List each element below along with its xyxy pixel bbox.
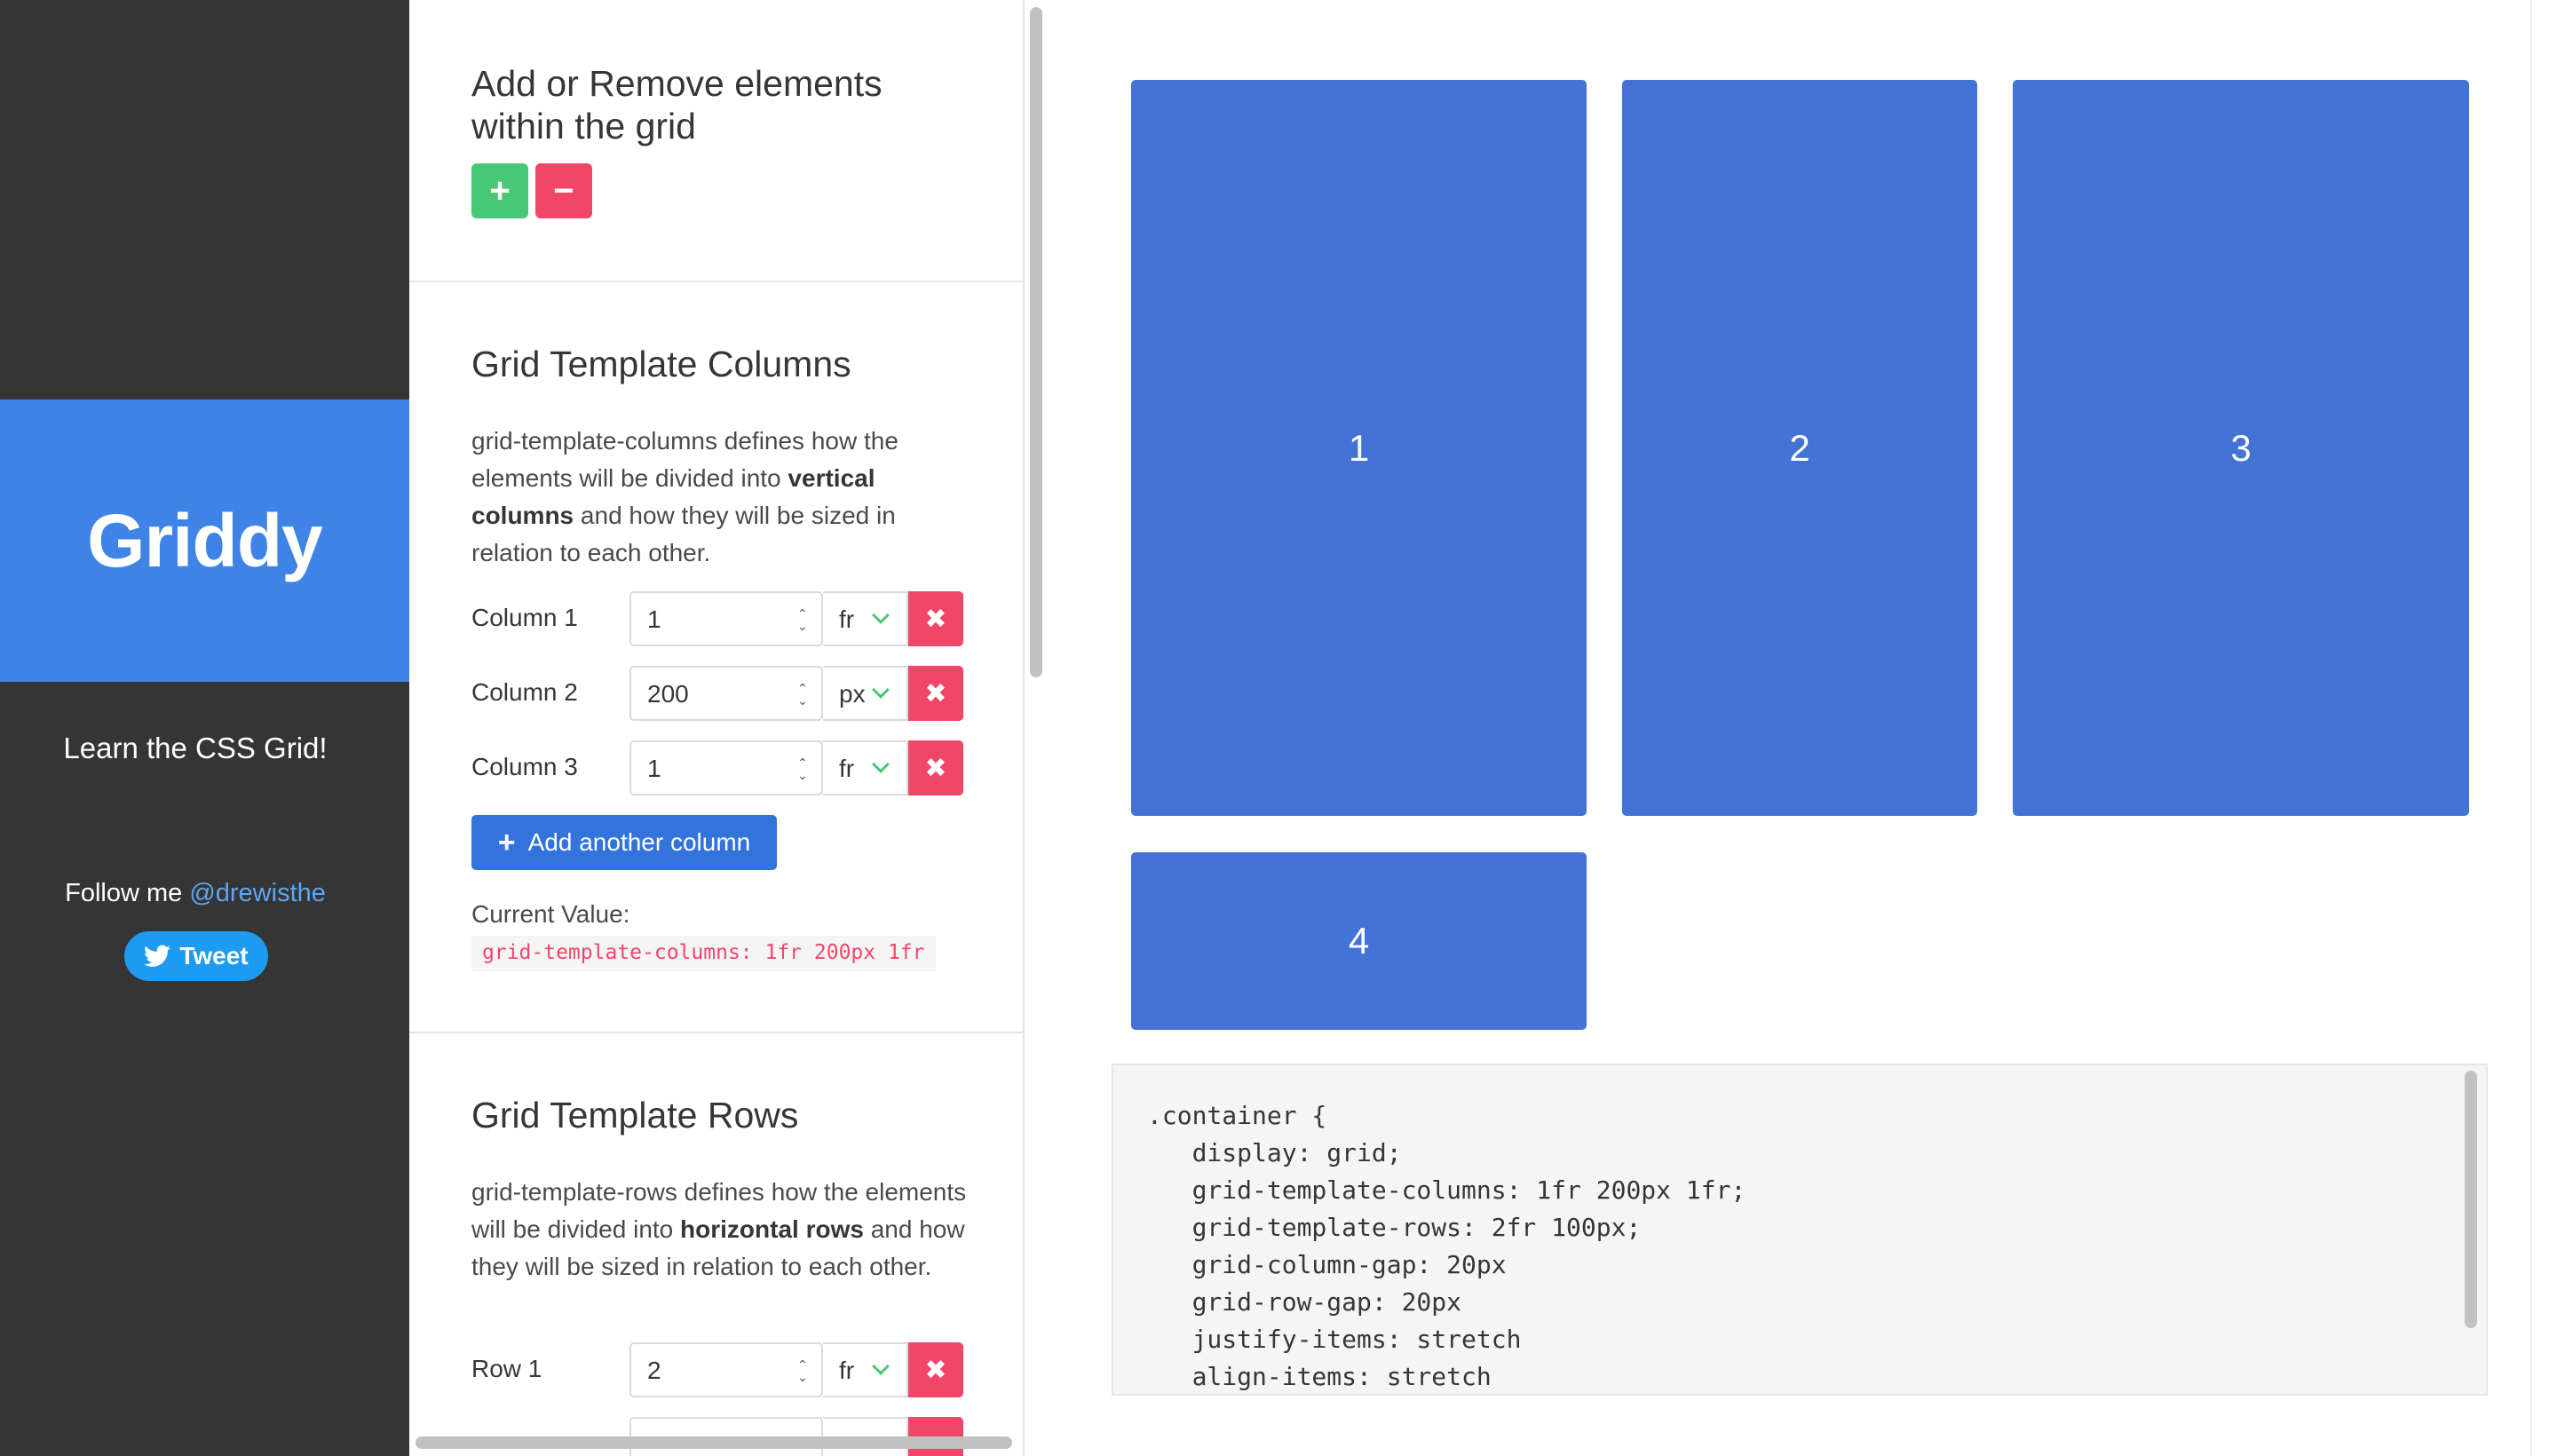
remove-element-button[interactable]: − xyxy=(535,163,592,218)
current-value-code: grid-template-columns: 1fr 200px 1fr xyxy=(471,936,936,971)
column-value-input[interactable]: 200 ⌃ ⌄ xyxy=(629,666,823,721)
code-line: display: grid; xyxy=(1147,1138,1402,1167)
column-unit-select[interactable]: fr xyxy=(823,591,908,646)
grid-item: 4 xyxy=(1131,852,1587,1030)
control-panel: Add or Remove elements within the grid +… xyxy=(409,0,1025,1456)
add-remove-title: Add or Remove elements within the grid xyxy=(471,63,883,146)
code-line: grid-template-rows: 2fr 100px; xyxy=(1147,1213,1642,1242)
close-icon: ✖ xyxy=(924,753,947,783)
chevron-down-icon xyxy=(872,681,890,699)
brand-title: Griddy xyxy=(87,498,323,582)
code-line: .container { xyxy=(1147,1101,1327,1130)
code-line: justify-items: stretch xyxy=(1147,1325,1522,1354)
tweet-label: Tweet xyxy=(179,942,249,969)
plus-icon: + xyxy=(497,825,516,859)
spinner-icon[interactable]: ⌃ ⌄ xyxy=(796,682,809,707)
column-unit-select[interactable]: px xyxy=(823,666,908,721)
column-row: Column 1 1 ⌃ ⌄ fr ✖ xyxy=(471,591,969,646)
spinner-icon[interactable]: ⌃ ⌄ xyxy=(796,607,809,632)
spinner-icon[interactable]: ⌃ ⌄ xyxy=(796,1358,809,1383)
columns-description: grid-template-columns defines how the el… xyxy=(471,427,899,566)
column-row: Column 2 200 ⌃ ⌄ px ✖ xyxy=(471,666,969,721)
row-unit-select[interactable]: fr xyxy=(823,1342,908,1397)
column-label: Column 1 xyxy=(471,604,578,631)
tweet-button[interactable]: Tweet xyxy=(124,931,268,981)
sidebar: Griddy Learn the CSS Grid! Follow me @dr… xyxy=(0,0,409,1456)
current-value-label: Current Value: xyxy=(471,900,630,928)
code-line: grid-template-columns: 1fr 200px 1fr; xyxy=(1147,1175,1746,1205)
follow-text: Follow me xyxy=(65,879,183,907)
add-element-button[interactable]: + xyxy=(471,163,528,218)
spinner-icon[interactable]: ⌃ ⌄ xyxy=(796,756,809,781)
code-line: grid-column-gap: 20px xyxy=(1147,1250,1507,1279)
column-value-input[interactable]: 1 ⌃ ⌄ xyxy=(629,591,823,646)
grid-item: 1 xyxy=(1131,80,1587,816)
panel-horizontal-scrollbar[interactable] xyxy=(416,1436,1012,1449)
column-label: Column 3 xyxy=(471,753,578,780)
twitter-handle-link[interactable]: @drewisthe xyxy=(189,879,326,907)
column-unit-select[interactable]: fr xyxy=(823,740,908,795)
add-column-button[interactable]: + Add another column xyxy=(471,815,777,870)
row-value-input[interactable]: 2 ⌃ ⌄ xyxy=(629,1342,823,1397)
rows-title: Grid Template Rows xyxy=(471,1095,799,1136)
chevron-down-icon xyxy=(872,606,890,624)
code-line: grid-row-gap: 20px xyxy=(1147,1287,1462,1317)
column-label: Column 2 xyxy=(471,678,578,706)
close-icon: ✖ xyxy=(924,604,947,634)
delete-column-button[interactable]: ✖ xyxy=(908,591,963,646)
delete-column-button[interactable]: ✖ xyxy=(908,740,963,795)
close-icon: ✖ xyxy=(924,678,947,708)
tagline: Learn the CSS Grid! xyxy=(63,732,328,764)
grid-item: 2 xyxy=(1622,80,1977,816)
column-row: Column 3 1 ⌃ ⌄ fr ✖ xyxy=(471,740,969,795)
chevron-down-icon xyxy=(872,756,890,773)
follow-line: Follow me @drewisthe xyxy=(0,879,391,908)
css-code-output: .container { display: grid; grid-templat… xyxy=(1112,1064,2488,1396)
row-row: Row 1 2 ⌃ ⌄ fr ✖ xyxy=(471,1342,969,1397)
window-edge xyxy=(2530,0,2557,1456)
brand-banner: Griddy xyxy=(0,400,409,682)
grid-item: 3 xyxy=(2013,80,2469,816)
code-scrollbar[interactable] xyxy=(2465,1071,2477,1328)
delete-row-button[interactable]: ✖ xyxy=(908,1342,963,1397)
chevron-down-icon xyxy=(872,1357,890,1375)
panel-vertical-scrollbar[interactable] xyxy=(1030,7,1042,677)
code-line: align-items: stretch xyxy=(1147,1362,1492,1391)
row-label: Row 1 xyxy=(471,1355,542,1382)
close-icon: ✖ xyxy=(924,1355,947,1385)
add-remove-section: Add or Remove elements within the grid +… xyxy=(409,0,1023,282)
columns-title: Grid Template Columns xyxy=(471,344,851,384)
column-value-input[interactable]: 1 ⌃ ⌄ xyxy=(629,740,823,795)
twitter-bird-icon xyxy=(144,945,171,967)
delete-column-button[interactable]: ✖ xyxy=(908,666,963,721)
rows-description: grid-template-rows defines how the eleme… xyxy=(471,1178,967,1280)
